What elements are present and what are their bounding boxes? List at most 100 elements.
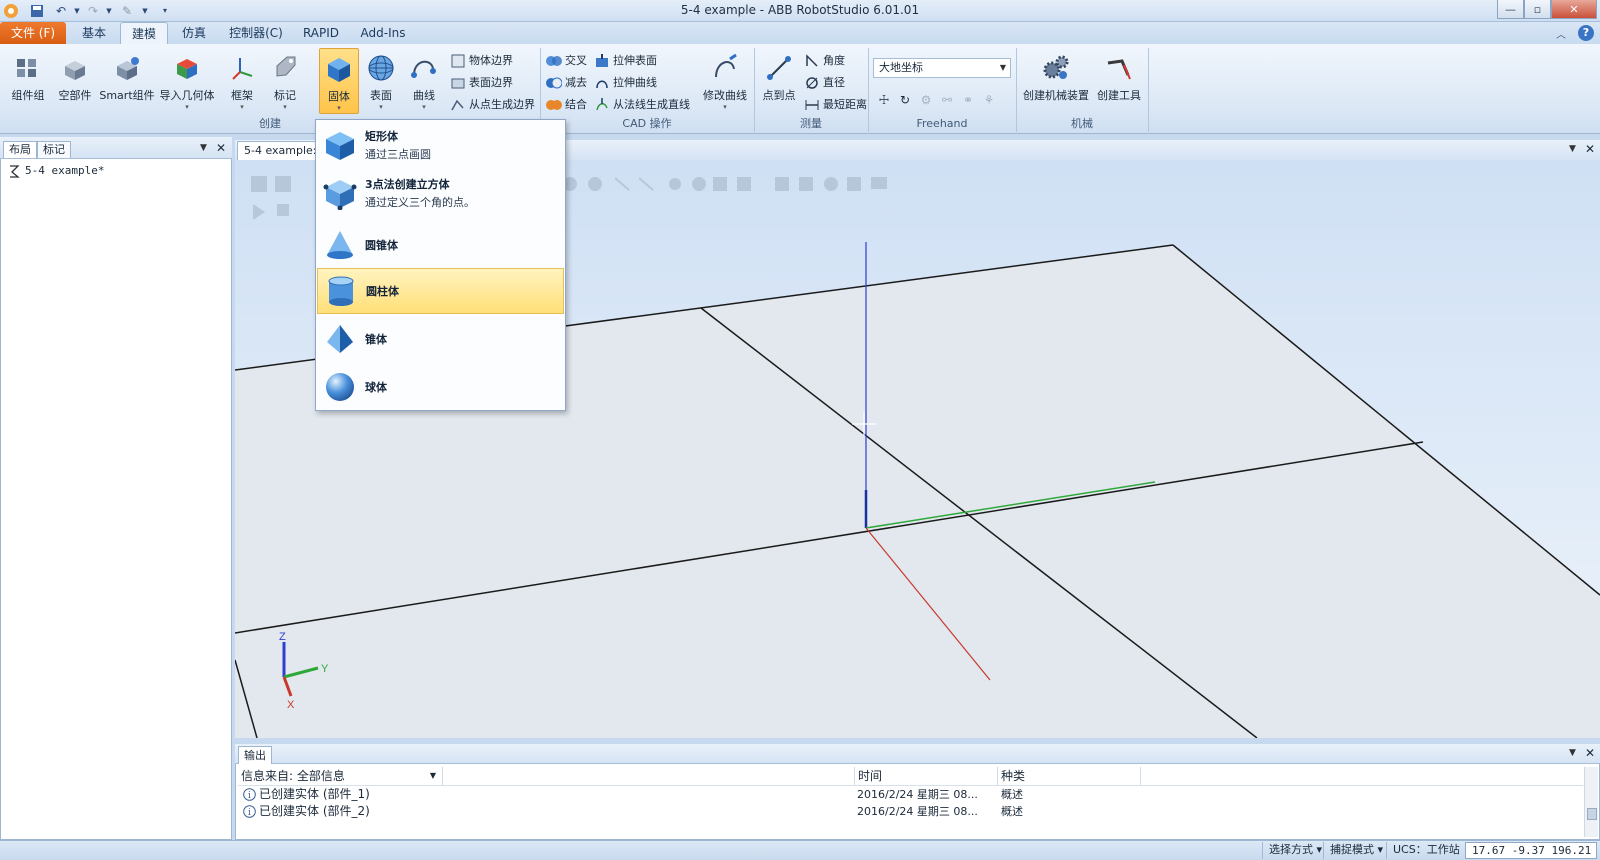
move-icon[interactable]: ☩ bbox=[876, 92, 892, 108]
menu-item-pyramid[interactable]: 锥体 bbox=[317, 316, 564, 362]
window-title: 5-4 example - ABB RobotStudio 6.01.01 bbox=[680, 3, 920, 17]
line-from-normal-button[interactable]: 从法线生成直线 bbox=[594, 95, 690, 115]
tab-addins[interactable]: Add-Ins bbox=[356, 22, 410, 44]
modify-curve-button[interactable]: 修改曲线 ▾ bbox=[700, 48, 750, 114]
save-icon[interactable] bbox=[28, 2, 46, 19]
point-to-point-button[interactable]: 点到点 bbox=[758, 48, 800, 114]
component-group-button[interactable]: 组件组 bbox=[6, 48, 50, 114]
menu-item-box[interactable]: 矩形体 通过三点画圆 bbox=[317, 122, 564, 168]
import-geometry-button[interactable]: 导入几何体 ▾ bbox=[158, 48, 216, 114]
tab-home[interactable]: 基本 bbox=[72, 22, 116, 44]
customize-icon[interactable]: ▾ bbox=[156, 2, 174, 19]
group-label-mechanism: 机械 bbox=[1071, 117, 1093, 130]
cursor-coordinates: 17.67 -9.37 196.21 bbox=[1465, 842, 1597, 859]
tab-controller[interactable]: 控制器(C) bbox=[224, 22, 288, 44]
modify-curve-icon bbox=[709, 52, 741, 84]
tab-rapid[interactable]: RAPID bbox=[296, 22, 346, 44]
border-from-points-button[interactable]: 从点生成边界 bbox=[450, 95, 535, 115]
empty-part-button[interactable]: 空部件 bbox=[52, 48, 98, 114]
tab-tags[interactable]: 标记 bbox=[37, 141, 71, 158]
rotate-icon[interactable]: ↻ bbox=[897, 92, 913, 108]
panel-menu-icon[interactable]: ▼ bbox=[200, 143, 207, 153]
create-mechanism-button[interactable]: 创建机械装置 bbox=[1020, 48, 1092, 114]
component-group-icon bbox=[12, 52, 44, 84]
subtract-button[interactable]: 减去 bbox=[546, 73, 587, 93]
selection-mode-dropdown[interactable]: 选择方式 ▾ bbox=[1262, 842, 1328, 859]
smart-component-button[interactable]: Smart组件 bbox=[98, 48, 156, 114]
collapse-ribbon-icon[interactable]: ︿ bbox=[1556, 26, 1566, 41]
column-header-time[interactable]: 时间 bbox=[858, 767, 998, 785]
output-scrollbar[interactable] bbox=[1584, 767, 1598, 837]
multi-robot-jog-icon[interactable]: ⚘ bbox=[981, 92, 997, 108]
maximize-button[interactable]: ▫ bbox=[1524, 0, 1551, 19]
menu-item-cylinder[interactable]: 圆柱体 bbox=[317, 268, 564, 314]
panel-close-icon[interactable]: ✕ bbox=[1585, 142, 1595, 156]
tag-button[interactable]: 标记 ▾ bbox=[264, 48, 306, 114]
surface-border-button[interactable]: 表面边界 bbox=[450, 73, 513, 93]
tab-simulation[interactable]: 仿真 bbox=[172, 22, 216, 44]
group-label-measure: 测量 bbox=[800, 117, 822, 130]
chevron-down-icon: ▼ bbox=[429, 771, 436, 780]
extrude-surface-icon bbox=[594, 53, 610, 69]
menu-item-sphere[interactable]: 球体 bbox=[317, 364, 564, 410]
coordinate-system-select[interactable]: 大地坐标 ▼ bbox=[873, 58, 1011, 78]
curve-button[interactable]: 曲线 ▾ bbox=[404, 48, 444, 114]
column-header-message[interactable] bbox=[443, 767, 855, 785]
table-row[interactable]: i 已创建实体 (部件_1) 2016/2/24 星期三 08... 概述 bbox=[241, 786, 1581, 803]
chevron-down-icon[interactable]: ▼ bbox=[136, 2, 154, 19]
help-icon[interactable]: ? bbox=[1578, 25, 1594, 41]
scrollbar-thumb[interactable] bbox=[1587, 808, 1597, 820]
group-label-cad: CAD 操作 bbox=[622, 117, 672, 130]
panel-close-icon[interactable]: ✕ bbox=[216, 141, 226, 155]
tool-icon[interactable]: ✎ bbox=[118, 2, 136, 19]
tab-file[interactable]: 文件 (F) bbox=[0, 22, 66, 44]
jog-reorient-icon[interactable]: ⚭ bbox=[960, 92, 976, 108]
menu-item-cone[interactable]: 圆锥体 bbox=[317, 222, 564, 268]
info-icon: i bbox=[241, 804, 257, 820]
surface-sphere-icon bbox=[365, 52, 397, 84]
minimize-button[interactable]: — bbox=[1497, 0, 1524, 19]
surface-button[interactable]: 表面 ▾ bbox=[361, 48, 401, 114]
tree-item-station[interactable]: 5-4 example* bbox=[6, 163, 104, 179]
document-tab[interactable]: 5-4 example:视图1 bbox=[237, 141, 317, 160]
axis-label-y: Y bbox=[321, 663, 329, 675]
extrude-curve-button[interactable]: 拉伸曲线 bbox=[594, 73, 657, 93]
message-source-filter[interactable]: 信息来自: 全部信息 ▼ bbox=[238, 767, 443, 785]
distance-icon bbox=[804, 97, 820, 113]
ucs-indicator[interactable]: UCS：工作站 bbox=[1386, 842, 1466, 859]
jog-joint-icon[interactable]: ⚙ bbox=[918, 92, 934, 108]
snap-mode-dropdown[interactable]: 捕捉模式 ▾ bbox=[1323, 842, 1389, 859]
app-logo-icon[interactable] bbox=[2, 2, 20, 19]
chevron-down-icon[interactable]: ▼ bbox=[100, 2, 118, 19]
angle-button[interactable]: 角度 bbox=[804, 51, 845, 71]
intersect-button[interactable]: 交叉 bbox=[546, 51, 587, 71]
frame-button[interactable]: 框架 ▾ bbox=[222, 48, 262, 114]
table-row[interactable]: i 已创建实体 (部件_2) 2016/2/24 星期三 08... 概述 bbox=[241, 803, 1581, 820]
union-button[interactable]: 结合 bbox=[546, 95, 587, 115]
create-tool-button[interactable]: 创建工具 bbox=[1094, 48, 1144, 114]
column-header-kind[interactable]: 种类 bbox=[1001, 767, 1141, 785]
tag-icon bbox=[269, 52, 301, 84]
diameter-button[interactable]: 直径 bbox=[804, 73, 845, 93]
smart-component-icon bbox=[111, 52, 143, 84]
output-tab[interactable]: 输出 bbox=[238, 746, 272, 764]
panel-menu-icon[interactable]: ▼ bbox=[1569, 748, 1576, 758]
body-border-button[interactable]: 物体边界 bbox=[450, 51, 513, 71]
panel-close-icon[interactable]: ✕ bbox=[1585, 746, 1595, 760]
shortest-distance-button[interactable]: 最短距离 bbox=[804, 95, 867, 115]
gears-icon bbox=[1040, 52, 1072, 84]
close-button[interactable]: ✕ bbox=[1551, 0, 1597, 19]
svg-text:i: i bbox=[248, 791, 251, 801]
diameter-icon bbox=[804, 75, 820, 91]
tab-layout[interactable]: 布局 bbox=[3, 141, 37, 158]
station-icon bbox=[6, 163, 22, 179]
menu-item-3point-cube[interactable]: 3点法创建立方体 通过定义三个角的点。 bbox=[317, 170, 564, 216]
tool-torch-icon bbox=[1103, 52, 1135, 84]
axis-label-z: Z bbox=[279, 631, 286, 643]
svg-text:i: i bbox=[248, 808, 251, 818]
tab-modeling[interactable]: 建模 bbox=[120, 22, 168, 44]
solid-button[interactable]: 固体 ▾ bbox=[319, 48, 359, 114]
panel-menu-icon[interactable]: ▼ bbox=[1569, 144, 1576, 154]
extrude-surface-button[interactable]: 拉伸表面 bbox=[594, 51, 657, 71]
jog-linear-icon[interactable]: ⚯ bbox=[939, 92, 955, 108]
